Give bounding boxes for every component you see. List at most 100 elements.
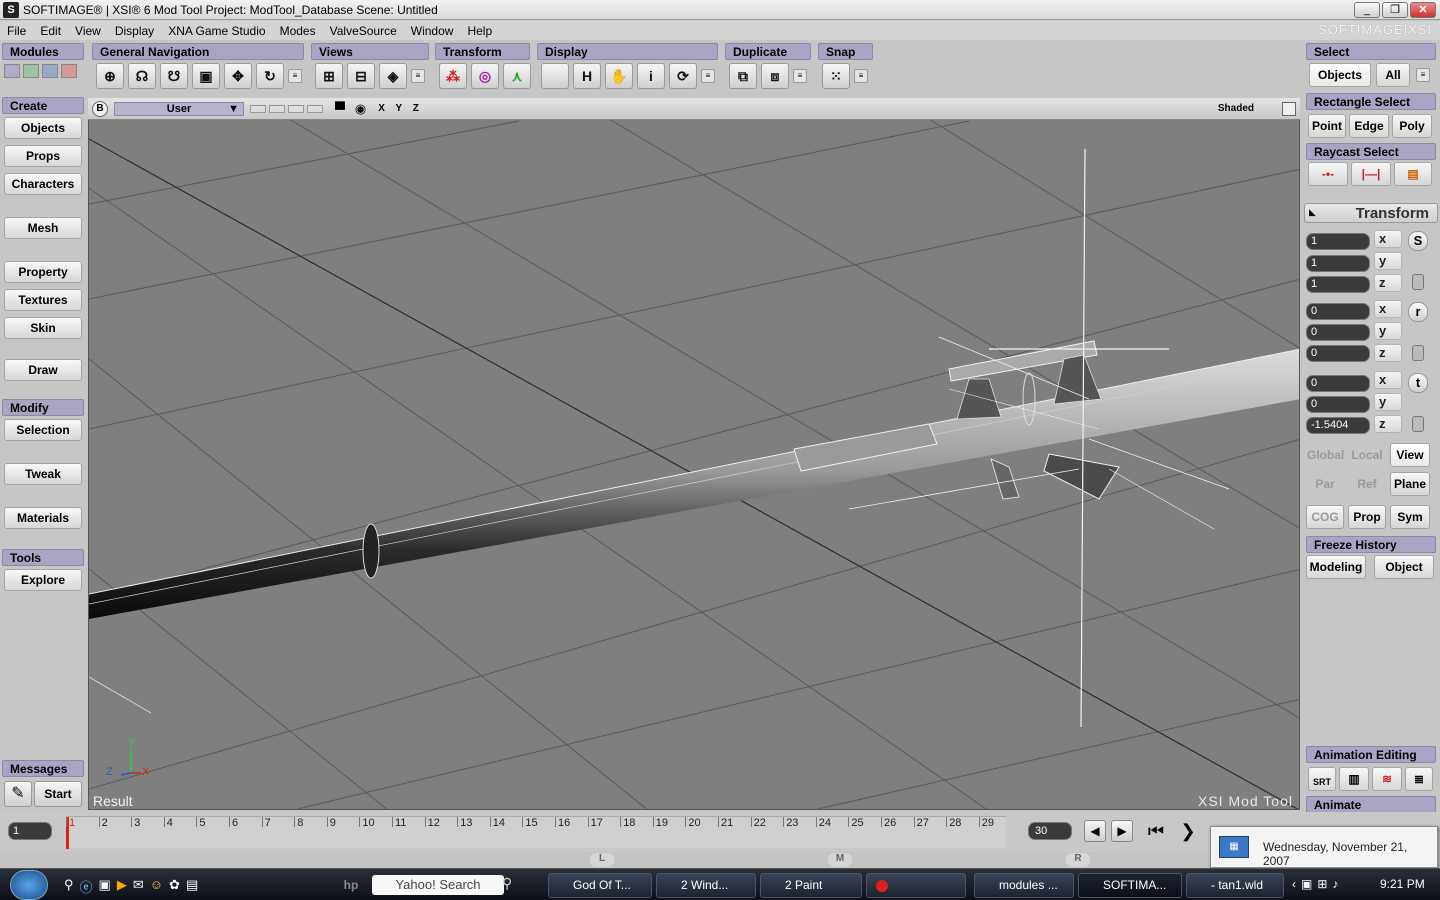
camera-dropdown[interactable]: User ▼ [114,101,244,116]
translate-y-field[interactable]: 0 [1306,396,1370,413]
menu-file[interactable]: File [0,24,33,38]
translate-lock-icon[interactable] [1412,416,1424,432]
orbit-icon[interactable]: ☊ [128,63,156,89]
create-draw-button[interactable]: Draw [4,359,82,381]
maximize-viewport-icon[interactable] [1282,101,1296,116]
viewport-letter-button[interactable]: B [92,100,108,117]
scale-y-axis-button[interactable]: y [1374,252,1402,270]
search-go-icon[interactable]: ⚲ [502,875,512,892]
transform-panel-header[interactable]: ◣ Transform [1304,203,1438,223]
zoom-frame-icon[interactable]: ▣ [192,63,220,89]
translate-y-axis-button[interactable]: y [1374,393,1402,411]
end-frame-field[interactable]: 30 [1028,822,1072,840]
translate-z-axis-button[interactable]: z [1374,415,1402,433]
maximize-button[interactable]: ❐ [1382,2,1408,18]
internet-explorer-icon[interactable]: ⓔ [80,877,93,896]
messenger-icon[interactable]: ☺ [150,877,163,896]
sym-button[interactable]: Sym [1390,505,1430,529]
scale-icon[interactable]: ⁂ [439,63,467,89]
global-button[interactable]: Global [1306,443,1344,467]
scale-x-axis-button[interactable]: x [1374,230,1402,248]
rotate-z-field[interactable]: 0 [1306,345,1370,362]
create-characters-button[interactable]: Characters [4,173,82,195]
menu-valvesource[interactable]: ValveSource [323,24,404,38]
select-menu-icon[interactable]: ≡ [1416,68,1430,82]
task-windows-explorer[interactable]: 2 Wind... [656,873,756,898]
dolly-icon[interactable]: ☋ [160,63,188,89]
layout-button-3[interactable] [288,104,304,113]
layout-button-4[interactable] [307,104,323,113]
hand-icon[interactable]: ✋ [605,63,633,89]
marker-l[interactable]: L [590,853,614,867]
info-icon[interactable]: i [637,63,665,89]
search-icon[interactable]: ⚲ [64,877,74,896]
app-icon[interactable]: ✿ [169,877,180,896]
rotate-y-axis-button[interactable]: y [1374,322,1402,340]
clock[interactable]: 9:21 PM [1380,877,1425,891]
modify-selection-button[interactable]: Selection [4,419,82,441]
srt-keys-button[interactable]: SRT [1308,767,1336,791]
task-paint[interactable]: 2 Paint [760,873,862,898]
axis-toggle-label[interactable]: X Y Z [378,103,423,114]
module-swatch-blue[interactable] [42,64,58,78]
select-edge-button[interactable]: Edge [1349,114,1389,138]
layout-button-1[interactable] [250,104,266,113]
raycast-edge-icon[interactable]: |—| [1351,162,1391,186]
navigate-icon[interactable]: ⊕ [96,63,124,89]
tray-expand-icon[interactable]: ‹ [1292,877,1296,891]
module-swatch-purple[interactable] [4,64,20,78]
viewport-3d[interactable]: Y Z X Result XSI Mod Tool [88,98,1300,810]
pan-icon[interactable]: ✥ [224,63,252,89]
task-softimage[interactable]: SOFTIMA... [1078,873,1182,898]
module-swatch-red[interactable] [61,64,77,78]
menu-help[interactable]: Help [460,24,499,38]
softimage-app-icon[interactable]: S [3,1,19,18]
plane-button[interactable]: Plane [1390,472,1430,496]
menu-view[interactable]: View [68,24,108,38]
yahoo-search-input[interactable]: Yahoo! Search [372,875,504,895]
raycast-poly-icon[interactable]: ▤ [1394,162,1432,186]
translate-x-axis-button[interactable]: x [1374,371,1402,389]
timeline-ruler[interactable]: 1 2 3 4 5 6 7 8 9 10 11 12 13 14 15 16 17 18 19 20 21 22 23 24 2… [66,816,1006,849]
camera-icon[interactable]: ▀ [335,101,345,117]
play-forward-icon[interactable]: ▶ [1111,820,1133,842]
media-player-icon[interactable]: ▶ [117,877,127,896]
raycast-point-icon[interactable]: -•- [1308,162,1348,186]
menu-edit[interactable]: Edit [33,24,68,38]
general-navigation-menu-icon[interactable]: ≡ [288,69,302,83]
tray-network-icon[interactable]: ⊞ [1317,877,1327,891]
snap-grid-icon[interactable]: ⁙ [822,63,850,89]
animation-layers-icon[interactable]: ≣ [1405,767,1433,791]
scale-mode-button[interactable]: S [1408,231,1428,251]
eye-icon[interactable]: ◉ [355,101,366,117]
hide-icon[interactable]: H [573,63,601,89]
translate-x-field[interactable]: 0 [1306,375,1370,392]
start-button[interactable]: Start [34,781,82,807]
local-button[interactable]: Local [1348,443,1386,467]
rotate-y-field[interactable]: 0 [1306,324,1370,341]
select-objects-button[interactable]: Objects [1309,63,1371,87]
scale-z-field[interactable]: 1 [1306,276,1370,293]
minimize-button[interactable]: _ [1354,2,1380,18]
duplicate-icon[interactable]: ⧉ [729,63,757,89]
translate-z-field[interactable]: -1.5404 [1306,417,1370,434]
select-poly-button[interactable]: Poly [1392,114,1432,138]
scale-x-field[interactable]: 1 [1306,233,1370,250]
marker-r[interactable]: R [1066,853,1090,867]
views-menu-icon[interactable]: ≡ [411,69,425,83]
render-region-icon[interactable]: ◈ [379,63,407,89]
modify-tweak-button[interactable]: Tweak [4,463,82,485]
create-property-button[interactable]: Property [4,261,82,283]
collapse-triangle-icon[interactable]: ◣ [1309,207,1316,218]
rotate-icon[interactable]: ◎ [471,63,499,89]
windows-start-orb[interactable] [10,870,48,900]
explorer-icon[interactable]: ⊟ [347,63,375,89]
create-props-button[interactable]: Props [4,145,82,167]
tray-volume-icon[interactable]: ♪ [1332,877,1338,891]
computer-icon[interactable]: ▣ [99,877,111,896]
display-mode-label[interactable]: Shaded [1218,103,1254,114]
first-frame-icon[interactable]: ⏮ [1142,820,1170,842]
create-objects-button[interactable]: Objects [4,117,82,139]
module-swatch-green[interactable] [23,64,39,78]
play-backward-icon[interactable]: ◀ [1084,820,1106,842]
